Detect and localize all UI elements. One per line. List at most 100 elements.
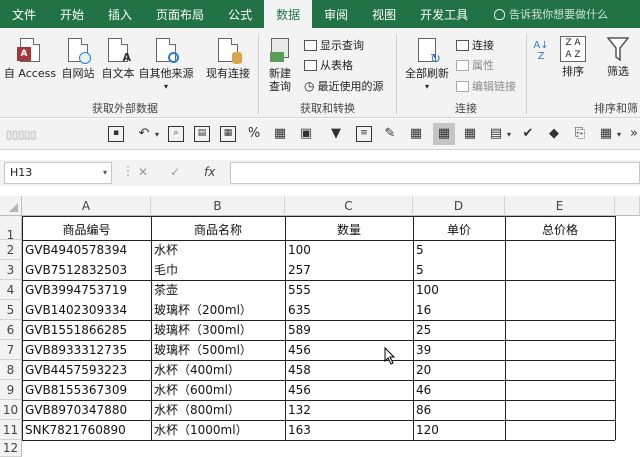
- gridlines-icon[interactable]: ▦: [433, 123, 455, 145]
- cell-e4[interactable]: [505, 280, 615, 300]
- name-box[interactable]: H13 ▾: [4, 162, 112, 184]
- form-icon[interactable]: ≡: [356, 126, 372, 142]
- cell-b7[interactable]: 玻璃杯（500ml）: [151, 340, 285, 360]
- cell-a7[interactable]: GVB8933312735: [22, 340, 151, 360]
- row-header-6[interactable]: 6: [0, 320, 22, 340]
- row-header-9[interactable]: 9: [0, 380, 22, 400]
- cell-d5[interactable]: 16: [413, 300, 505, 320]
- cell-b5[interactable]: 玻璃杯（200ml）: [151, 300, 285, 320]
- header-cell-b[interactable]: 商品名称: [151, 220, 285, 240]
- from-access-button[interactable]: A 自 Access: [3, 38, 57, 80]
- format-painter-icon[interactable]: ▤: [194, 126, 210, 142]
- cell-b6[interactable]: 玻璃杯（300ml）: [151, 320, 285, 340]
- merge-cells-icon[interactable]: ▣: [298, 126, 314, 142]
- new-query-button[interactable]: 新建 查询: [262, 38, 298, 93]
- select-all-button[interactable]: [0, 196, 22, 216]
- column-header-d[interactable]: D: [413, 196, 505, 216]
- row-header-12[interactable]: 12: [0, 440, 22, 457]
- cell-e6[interactable]: [505, 320, 615, 340]
- cell-style-icon[interactable]: ▦: [462, 126, 478, 142]
- from-web-button[interactable]: 自网站: [60, 38, 96, 80]
- cell-b9[interactable]: 水杯（600ml）: [151, 380, 285, 400]
- connections-button[interactable]: 连接: [456, 37, 494, 53]
- cell-d9[interactable]: 46: [413, 380, 505, 400]
- filter-icon[interactable]: ▼: [328, 126, 344, 142]
- row-header-11[interactable]: 11: [0, 420, 22, 440]
- column-header-a[interactable]: A: [22, 196, 151, 216]
- tab-data[interactable]: 数据: [264, 0, 313, 28]
- column-header-e[interactable]: E: [505, 196, 615, 216]
- cell-d8[interactable]: 20: [413, 360, 505, 380]
- print-preview-icon[interactable]: ⌕: [168, 126, 184, 142]
- cell-e3[interactable]: [505, 260, 615, 280]
- cell-e9[interactable]: [505, 380, 615, 400]
- percent-icon[interactable]: %: [246, 126, 262, 142]
- sort-button[interactable]: Z AA Z 排序: [556, 36, 590, 78]
- column-header-c[interactable]: C: [285, 196, 413, 216]
- cell-b4[interactable]: 茶壶: [151, 280, 285, 300]
- tab-view[interactable]: 视图: [360, 0, 408, 28]
- clear-icon[interactable]: ◆: [546, 126, 562, 142]
- cell-c9[interactable]: 456: [285, 380, 413, 400]
- header-cell-c[interactable]: 数量: [285, 220, 413, 240]
- cell-a4[interactable]: GVB3994753719: [22, 280, 151, 300]
- cell-d3[interactable]: 5: [413, 260, 505, 280]
- from-text-button[interactable]: A 自文本: [100, 38, 136, 80]
- tell-me-search[interactable]: 告诉我你想要做什么: [480, 0, 608, 28]
- cell-b3[interactable]: 毛巾: [151, 260, 285, 280]
- recent-sources-button[interactable]: ◷ 最近使用的源: [304, 78, 383, 94]
- cell-d6[interactable]: 25: [413, 320, 505, 340]
- border-icon[interactable]: ▦: [408, 126, 424, 142]
- enter-icon[interactable]: ✓: [170, 165, 180, 179]
- cell-c10[interactable]: 132: [285, 400, 413, 420]
- edit-links-button[interactable]: 编辑链接: [456, 78, 516, 94]
- cell-b11[interactable]: 水杯（1000ml）: [151, 420, 285, 440]
- cell-c3[interactable]: 257: [285, 260, 413, 280]
- formula-input[interactable]: [230, 162, 640, 184]
- properties-button[interactable]: 属性: [456, 57, 494, 73]
- cell-a5[interactable]: GVB1402309334: [22, 300, 151, 320]
- cell-b10[interactable]: 水杯（800ml）: [151, 400, 285, 420]
- cell-a6[interactable]: GVB1551866285: [22, 320, 151, 340]
- cell-e8[interactable]: [505, 360, 615, 380]
- cell-d11[interactable]: 120: [413, 420, 505, 440]
- tab-insert[interactable]: 插入: [96, 0, 144, 28]
- from-other-sources-button[interactable]: 自其他来源 ▾: [138, 38, 194, 93]
- cell-e5[interactable]: [505, 300, 615, 320]
- cancel-icon[interactable]: ✕: [138, 165, 148, 179]
- row-header-4[interactable]: 4: [0, 280, 22, 300]
- brush-icon[interactable]: ✎: [382, 126, 398, 142]
- show-query-button[interactable]: 显示查询: [304, 37, 364, 53]
- insert-rows-icon[interactable]: ▤ ▾: [488, 126, 511, 142]
- cell-e2[interactable]: [505, 240, 615, 260]
- row-header-8[interactable]: 8: [0, 360, 22, 380]
- cell-d2[interactable]: 5: [413, 240, 505, 260]
- row-header-7[interactable]: 7: [0, 340, 22, 360]
- filter-button[interactable]: 筛选: [600, 36, 636, 78]
- cell-a2[interactable]: GVB4940578394: [22, 240, 151, 260]
- from-table-button[interactable]: 从表格: [304, 57, 353, 73]
- more-icon[interactable]: »: [626, 126, 640, 142]
- cell-d7[interactable]: 39: [413, 340, 505, 360]
- sort-az-button[interactable]: A↓ Z: [530, 40, 552, 62]
- check-icon[interactable]: ✔: [520, 126, 536, 142]
- cell-d10[interactable]: 86: [413, 400, 505, 420]
- refresh-all-button[interactable]: ↻ 全部刷新 ▾: [400, 38, 454, 93]
- tab-home[interactable]: 开始: [48, 0, 96, 28]
- cell-e11[interactable]: [505, 420, 615, 440]
- cell-e10[interactable]: [505, 400, 615, 420]
- row-header-3[interactable]: 3: [0, 260, 22, 280]
- cell-e7[interactable]: [505, 340, 615, 360]
- header-cell-e[interactable]: 总价格: [505, 220, 615, 240]
- column-header-b[interactable]: B: [151, 196, 285, 216]
- row-header-10[interactable]: 10: [0, 400, 22, 420]
- copy-icon[interactable]: ⎘: [572, 126, 588, 142]
- tab-page-layout[interactable]: 页面布局: [144, 0, 216, 28]
- cell-c6[interactable]: 589: [285, 320, 413, 340]
- cell-b8[interactable]: 水杯（400ml）: [151, 360, 285, 380]
- tab-formulas[interactable]: 公式: [216, 0, 264, 28]
- cell-d4[interactable]: 100: [413, 280, 505, 300]
- insert-table-icon[interactable]: ▦: [272, 126, 288, 142]
- cell-a8[interactable]: GVB4457593223: [22, 360, 151, 380]
- row-header-2[interactable]: 2: [0, 240, 22, 260]
